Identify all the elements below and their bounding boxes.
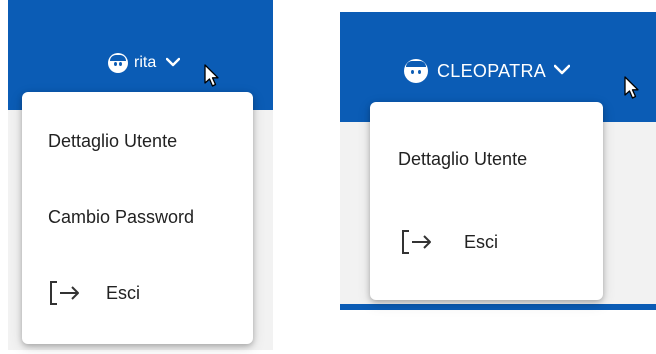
menu-item-label: Esci — [464, 231, 499, 252]
logout-icon — [400, 228, 436, 256]
menu-item-change-password[interactable]: Cambio Password — [48, 202, 253, 232]
menu-item-logout[interactable]: Esci — [400, 226, 603, 258]
menu-item-label: Cambio Password — [48, 206, 195, 227]
menu-item-label: Dettaglio Utente — [398, 148, 528, 169]
user-menu-button[interactable]: CLEOPATRA — [404, 56, 571, 86]
avatar-icon — [404, 59, 428, 83]
chevron-down-icon — [166, 54, 181, 72]
mouse-cursor-icon — [204, 64, 220, 93]
footer-bar — [340, 304, 656, 310]
username-label: CLEOPATRA — [437, 60, 547, 81]
right-panel: CLEOPATRA Dettaglio Utente Esci — [340, 12, 656, 310]
menu-item-user-detail[interactable]: Dettaglio Utente — [398, 144, 603, 174]
menu-item-label: Dettaglio Utente — [48, 130, 178, 151]
logout-icon — [48, 279, 84, 307]
menu-item-label: Esci — [106, 282, 141, 303]
menu-item-logout[interactable]: Esci — [48, 278, 253, 308]
avatar-icon — [108, 53, 128, 73]
user-dropdown-menu: Dettaglio Utente Esci — [370, 102, 603, 300]
username-label: rita — [134, 54, 157, 71]
left-panel: rita Dettaglio Utente Cambio Password Es… — [8, 0, 273, 354]
chevron-down-icon — [553, 62, 571, 80]
user-menu-button[interactable]: rita — [108, 50, 181, 76]
user-dropdown-menu: Dettaglio Utente Cambio Password Esci — [22, 92, 253, 344]
mouse-cursor-icon — [624, 76, 640, 105]
menu-item-user-detail[interactable]: Dettaglio Utente — [48, 126, 253, 156]
